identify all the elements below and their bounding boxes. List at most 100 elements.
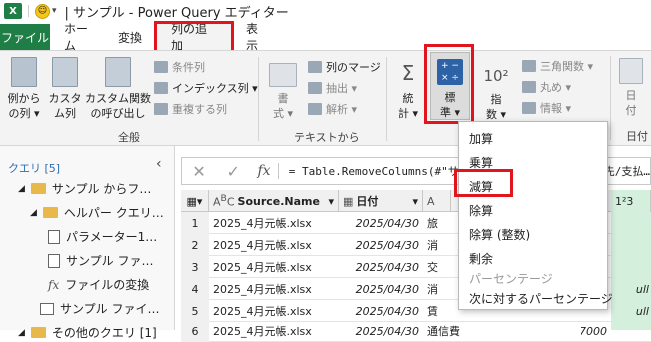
query-item-label: ファイルの変換	[65, 278, 150, 292]
cell-account[interactable]: 消	[427, 278, 451, 300]
folder-icon	[30, 183, 46, 194]
table-row: 6 2025_4月元帳.xlsx 2025/04/30 通信費 7000	[181, 320, 651, 342]
column-from-examples-button[interactable]: 例から の列 ▾	[4, 57, 44, 121]
cancel-icon[interactable]: ✕	[182, 162, 216, 181]
window-title: | サンプル - Power Query エディター	[64, 5, 289, 21]
date-button[interactable]: 日 付	[616, 58, 646, 118]
query-folder-other[interactable]: ◢ その他のクエリ [1]	[18, 324, 157, 341]
cell-value[interactable]	[611, 212, 649, 234]
column-header-date[interactable]: ▦ 日付 ▾	[339, 190, 423, 212]
cell-value[interactable]: 7000	[581, 320, 607, 342]
cell-source-name[interactable]: 2025_4月元帳.xlsx	[213, 320, 339, 342]
parse-button[interactable]: 解析 ▾	[308, 101, 357, 117]
collapse-pane-icon[interactable]: ‹	[156, 156, 162, 172]
group-label-text: テキストから	[294, 131, 360, 144]
rounding-label: 丸め ▾	[540, 81, 572, 94]
function-icon: fx	[48, 277, 60, 292]
cell-source-name[interactable]: 2025_4月元帳.xlsx	[213, 256, 339, 278]
information-button[interactable]: 情報 ▾	[522, 100, 571, 116]
query-item-parameter[interactable]: パラメーター1…	[48, 228, 157, 245]
extract-icon	[308, 82, 322, 94]
tab-transform[interactable]: 変換	[104, 24, 156, 50]
query-item-transform-file[interactable]: fx ファイルの変換	[48, 276, 149, 293]
cell-date[interactable]: 2025/04/30	[339, 234, 423, 256]
custom-column-label-1: カスタ	[48, 92, 82, 105]
group-label-general: 全般	[118, 131, 140, 144]
column-header-label: 1²3	[615, 194, 634, 208]
menu-item-add[interactable]: 加算	[469, 130, 493, 147]
cell-account[interactable]: 旅	[427, 212, 451, 234]
cell-date[interactable]: 2025/04/30	[339, 212, 423, 234]
quick-access-dropdown-icon[interactable]: ▾	[52, 6, 57, 16]
duplicate-column-button[interactable]: 重複する列	[154, 101, 227, 117]
custom-column-button[interactable]: カスタ ム列	[46, 57, 84, 121]
cell-value[interactable]: ull	[611, 278, 649, 300]
fx-icon: fx	[250, 163, 279, 179]
queries-pane: クエリ [5] ‹ ◢ サンプル からフ… ◢ ヘルパー クエリ… パラメーター1……	[0, 146, 175, 340]
cell-account[interactable]: 交	[427, 256, 451, 278]
text-type-icon: A	[427, 194, 435, 208]
cell-source-name[interactable]: 2025_4月元帳.xlsx	[213, 212, 339, 234]
expand-arrow-icon: ◢	[18, 327, 25, 338]
cell-value[interactable]	[611, 256, 649, 278]
cell-source-name[interactable]: 2025_4月元帳.xlsx	[213, 234, 339, 256]
query-folder-sample[interactable]: ◢ サンプル からフ…	[18, 180, 151, 197]
column-header-account[interactable]: A	[423, 190, 451, 212]
column-from-examples-label-1: 例から	[7, 92, 41, 105]
format-button[interactable]: 書 式 ▾	[266, 63, 300, 121]
index-column-button[interactable]: インデックス列 ▾	[154, 80, 258, 96]
format-label-1: 書	[277, 92, 289, 105]
index-column-label: インデックス列 ▾	[172, 82, 258, 95]
cell-value[interactable]	[611, 234, 649, 256]
trigonometry-button[interactable]: 三角関数 ▾	[522, 58, 593, 74]
conditional-column-icon	[154, 61, 168, 73]
menu-item-percent-of[interactable]: 次に対するパーセンテージ	[469, 290, 613, 307]
rounding-button[interactable]: 丸め ▾	[522, 79, 571, 95]
statistics-button[interactable]: Σ 統 計 ▾	[392, 59, 424, 121]
menu-item-modulo[interactable]: 剰余	[469, 250, 493, 267]
query-item-sample-file-2[interactable]: サンプル ファイ…	[40, 300, 159, 317]
statistics-label-2: 計 ▾	[397, 107, 419, 120]
column-header-number[interactable]: 1²3	[611, 190, 651, 212]
conditional-column-button[interactable]: 条件列	[154, 59, 205, 75]
query-folder-helper[interactable]: ◢ ヘルパー クエリ…	[30, 204, 164, 221]
column-header-label: Source.Name	[237, 194, 320, 208]
menu-item-percentage[interactable]: パーセンテージ	[469, 270, 553, 287]
cell-date[interactable]: 2025/04/30	[339, 256, 423, 278]
query-item-sample-file[interactable]: サンプル ファ…	[48, 252, 153, 269]
menu-item-integer-divide[interactable]: 除算 (整数)	[469, 226, 530, 243]
invoke-custom-function-button[interactable]: カスタム関数 の呼び出し	[84, 57, 152, 121]
cell-source-name[interactable]: 2025_4月元帳.xlsx	[213, 300, 339, 322]
table-menu-icon[interactable]: ▦▾	[181, 190, 209, 212]
cell-date[interactable]: 2025/04/30	[339, 320, 423, 342]
column-header-label: 日付	[356, 195, 379, 208]
feedback-smiley-icon[interactable]: ☺	[35, 3, 50, 19]
trigonometry-label: 三角関数 ▾	[540, 60, 594, 73]
conditional-column-label: 条件列	[172, 61, 205, 74]
scientific-button[interactable]: 10² 指 数 ▾	[480, 64, 512, 122]
tab-file[interactable]: ファイル	[0, 24, 50, 50]
filter-dropdown-icon[interactable]: ▾	[412, 195, 418, 208]
row-number: 5	[181, 300, 209, 322]
column-header-source-name[interactable]: ABC Source.Name ▾	[209, 190, 339, 212]
group-label-date: 日付	[626, 130, 648, 143]
table-icon	[48, 253, 60, 268]
tab-home[interactable]: ホーム	[50, 22, 104, 53]
cell-value[interactable]: ull	[611, 300, 649, 322]
cell-account[interactable]: 消	[427, 234, 451, 256]
cell-account[interactable]: 通信費	[427, 320, 487, 342]
filter-dropdown-icon[interactable]: ▾	[328, 195, 334, 208]
invoke-function-label-1: カスタム関数	[85, 92, 151, 105]
tab-view[interactable]: 表示	[232, 22, 282, 53]
cell-account[interactable]: 賃	[427, 300, 451, 322]
query-item-label: サンプル ファイ…	[60, 302, 160, 316]
exponent-icon: 10²	[483, 67, 509, 85]
extract-button[interactable]: 抽出 ▾	[308, 80, 357, 96]
cell-source-name[interactable]: 2025_4月元帳.xlsx	[213, 278, 339, 300]
confirm-icon[interactable]: ✓	[216, 162, 250, 181]
cell-date[interactable]: 2025/04/30	[339, 300, 423, 322]
cell-date[interactable]: 2025/04/30	[339, 278, 423, 300]
text-type-icon: ABC	[213, 193, 235, 209]
menu-item-divide[interactable]: 除算	[469, 202, 493, 219]
merge-columns-button[interactable]: 列のマージ	[308, 59, 381, 75]
